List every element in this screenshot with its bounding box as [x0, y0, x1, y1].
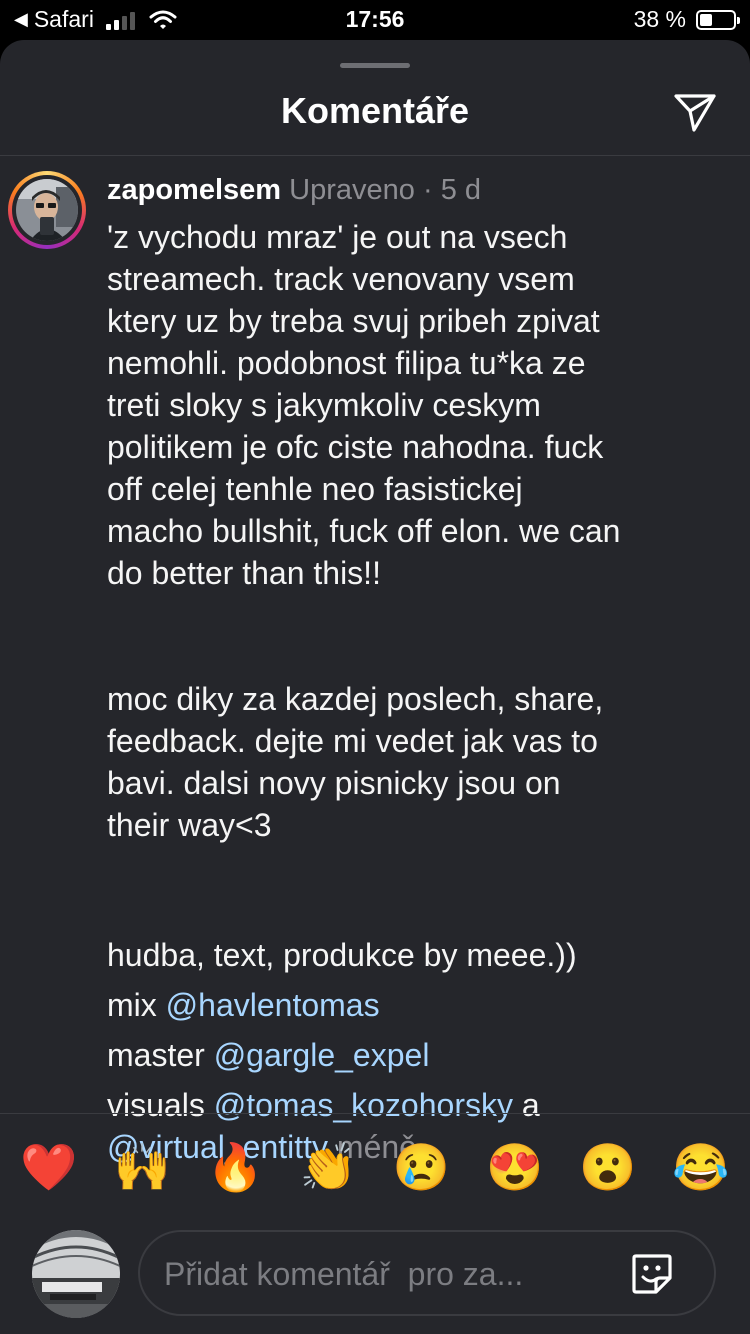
sticker-icon[interactable] — [628, 1250, 676, 1298]
reactions-divider — [0, 1113, 750, 1114]
comment: zapomelsem Upraveno · 5 d 'z vychodu mra… — [107, 170, 727, 1168]
heart-eyes-emoji[interactable]: 😍 — [486, 1138, 544, 1196]
fire-emoji[interactable]: 🔥 — [206, 1138, 264, 1196]
meta-separator: · — [422, 174, 433, 206]
comment-line: moc diky za kazdej poslech, share, — [107, 681, 604, 717]
status-bar: ◀ Safari 17:56 38 % — [0, 0, 750, 40]
raising-hands-emoji[interactable]: 🙌 — [113, 1138, 171, 1196]
and-word: a — [521, 1087, 540, 1123]
comment-composer[interactable] — [138, 1230, 716, 1316]
comment-paragraph-2: moc diky za kazdej poslech, share, feedb… — [107, 678, 727, 846]
credit-master: master @gargle_expel — [107, 1030, 727, 1080]
author-avatar-story-ring[interactable] — [8, 171, 86, 249]
paper-plane-icon[interactable] — [670, 90, 720, 134]
comment-paragraph-1: 'z vychodu mraz' je out na vsech streame… — [107, 216, 727, 594]
comment-header: zapomelsem Upraveno · 5 d — [107, 170, 727, 210]
visuals-label: visuals — [107, 1087, 205, 1123]
comments-sheet: Komentáře zapomelsem Upraveno · 5 d 'z v… — [0, 40, 750, 1334]
battery-icon — [696, 9, 740, 30]
credits-intro: hudba, text, produkce by meee.)) — [107, 937, 577, 973]
comment-line: 'z vychodu mraz' je out na vsech — [107, 219, 568, 255]
sheet-title: Komentáře — [280, 90, 470, 131]
mention-link[interactable]: @gargle_expel — [214, 1037, 430, 1073]
battery-level-fill — [700, 13, 712, 26]
comment-age[interactable]: 5 d — [441, 174, 481, 206]
comment-line: macho bullshit, fuck off elon. we can — [107, 513, 621, 549]
avatar-inner-border — [12, 175, 82, 245]
author-avatar[interactable] — [16, 179, 78, 241]
surprised-face-emoji[interactable]: 😮 — [579, 1138, 637, 1196]
mix-label: mix — [107, 987, 157, 1023]
crying-face-emoji[interactable]: 😢 — [393, 1138, 451, 1196]
current-user-avatar[interactable] — [32, 1230, 120, 1318]
comment-username[interactable]: zapomelsem — [107, 174, 281, 206]
quick-reactions-bar: ❤️ 🙌 🔥 👏 😢 😍 😮 😂 — [20, 1138, 730, 1196]
comment-line: ktery uz by treba svuj pribeh zpivat — [107, 303, 600, 339]
comment-line: politikem je ofc ciste nahodna. fuck — [107, 429, 604, 465]
comment-line: their way<3 — [107, 807, 272, 843]
sheet-grabber-handle[interactable] — [340, 63, 410, 68]
battery-percent: 38 % — [633, 6, 686, 32]
comment-line: bavi. dalsi novy pisnicky jsou on — [107, 765, 561, 801]
comment-input-field[interactable] — [164, 1250, 604, 1298]
master-label: master — [107, 1037, 205, 1073]
comment-line: streamech. track venovany vsem — [107, 261, 575, 297]
comment-line: off celej tenhle neo fasistickej — [107, 471, 523, 507]
comment-line: do better than this!! — [107, 555, 381, 591]
credit-visuals: visuals @tomas_kozohorsky a — [107, 1084, 727, 1126]
status-bar-right: 38 % — [633, 6, 740, 33]
comment-credits: hudba, text, produkce by meee.)) mix @ha… — [107, 930, 727, 1168]
mention-link[interactable]: @havlentomas — [166, 987, 380, 1023]
header-divider — [0, 155, 750, 156]
credit-mix: mix @havlentomas — [107, 980, 727, 1030]
tears-of-joy-emoji[interactable]: 😂 — [672, 1138, 730, 1196]
mention-link[interactable]: @tomas_kozohorsky — [214, 1087, 513, 1123]
red-heart-emoji[interactable]: ❤️ — [20, 1138, 78, 1196]
comment-body: 'z vychodu mraz' je out na vsech streame… — [107, 216, 727, 1168]
comment-line: nemohli. podobnost filipa tu*ka ze — [107, 345, 586, 381]
clapping-hands-emoji[interactable]: 👏 — [299, 1138, 357, 1196]
comment-line: treti sloky s jakymkoliv ceskym — [107, 387, 541, 423]
comment-edited-label: Upraveno — [289, 174, 415, 206]
comment-line: feedback. dejte mi vedet jak vas to — [107, 723, 598, 759]
